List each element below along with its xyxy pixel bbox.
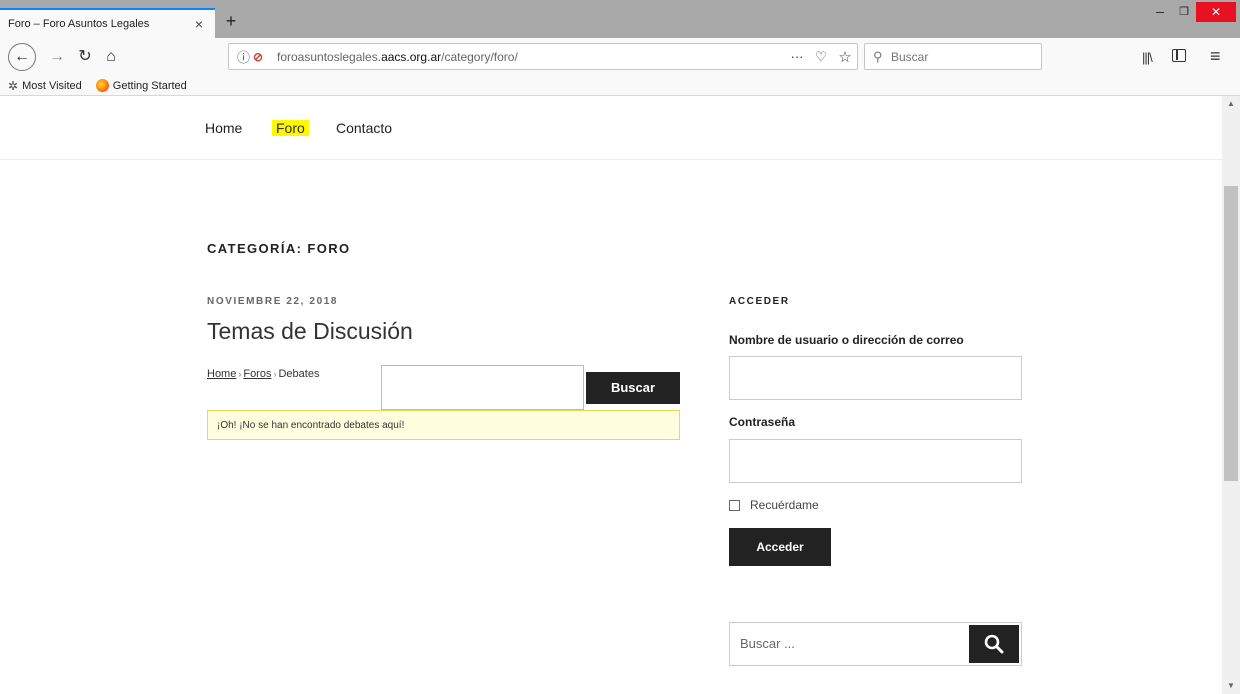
no-topics-notice: ¡Oh! ¡No se han encontrado debates aquí! xyxy=(207,410,680,440)
browser-toolbar: ← → ↻ ⌂ ⓘ ⊘ foroasuntoslegales.aacs.org.… xyxy=(0,38,1240,76)
sidebar-toggle-icon[interactable] xyxy=(1172,49,1186,62)
search-icon xyxy=(984,634,1004,654)
url-text[interactable]: foroasuntoslegales.aacs.org.ar/category/… xyxy=(277,50,785,64)
username-label: Nombre de usuario o dirección de correo xyxy=(729,333,964,347)
url-domain: aacs.org.ar xyxy=(381,49,442,64)
nav-item-contacto[interactable]: Contacto xyxy=(336,120,392,136)
close-window-icon[interactable]: ✕ xyxy=(1196,2,1236,22)
remember-me[interactable]: Recuérdame xyxy=(729,498,819,512)
hamburger-menu-icon[interactable]: ≡ xyxy=(1210,46,1221,67)
scroll-down-icon[interactable]: ▼ xyxy=(1222,678,1240,694)
username-field[interactable] xyxy=(729,356,1022,400)
browser-tab-bar: Foro – Foro Asuntos Legales × + – ❐ ✕ xyxy=(0,0,1240,38)
browser-search-input[interactable] xyxy=(891,49,1031,64)
firefox-icon xyxy=(95,79,109,92)
new-tab-button[interactable]: + xyxy=(220,10,242,34)
post-title[interactable]: Temas de Discusión xyxy=(207,318,413,345)
site-search-button[interactable] xyxy=(969,625,1019,663)
remember-label: Recuérdame xyxy=(750,498,819,512)
forum-search-button[interactable]: Buscar xyxy=(586,372,680,404)
password-label: Contraseña xyxy=(729,415,796,429)
restore-icon[interactable]: ❐ xyxy=(1172,4,1196,22)
breadcrumb-current: Debates xyxy=(278,368,320,380)
address-bar[interactable]: ⓘ ⊘ foroasuntoslegales.aacs.org.ar/categ… xyxy=(228,43,858,70)
tab-title: Foro – Foro Asuntos Legales xyxy=(8,18,150,30)
category-title: CATEGORÍA: FORO xyxy=(207,241,351,256)
site-search: Buscar ... xyxy=(729,622,1022,666)
tab-close-icon[interactable]: × xyxy=(191,16,207,32)
url-path: /category/foro/ xyxy=(441,49,518,64)
site-search-input[interactable]: Buscar ... xyxy=(740,636,795,651)
bookmark-label: Getting Started xyxy=(112,79,187,92)
post-date[interactable]: NOVIEMBRE 22, 2018 xyxy=(207,296,338,307)
bookmark-star-icon[interactable]: ☆ xyxy=(833,48,857,66)
scroll-thumb[interactable] xyxy=(1224,186,1238,481)
page-content: Home Foro Contacto CATEGORÍA: FORO NOVIE… xyxy=(0,96,1222,694)
scroll-up-icon[interactable]: ▲ xyxy=(1222,96,1240,112)
page-actions-icon[interactable]: ··· xyxy=(785,49,809,64)
minimize-icon[interactable]: – xyxy=(1148,4,1172,22)
back-icon[interactable]: ← xyxy=(8,43,36,71)
breadcrumb-home[interactable]: Home xyxy=(207,368,236,380)
forum-search-input[interactable] xyxy=(381,365,584,410)
nav-item-home[interactable]: Home xyxy=(205,120,242,136)
browser-tab[interactable]: Foro – Foro Asuntos Legales × xyxy=(0,8,215,38)
bookmark-most-visited[interactable]: ✲ Most Visited xyxy=(8,79,82,93)
pocket-icon[interactable]: ♡ xyxy=(809,49,833,65)
login-button[interactable]: Acceder xyxy=(729,528,831,566)
breadcrumb: Home › Foros › Debates xyxy=(207,368,319,380)
bookmark-getting-started[interactable]: Getting Started xyxy=(95,79,187,92)
url-prefix: foroasuntoslegales. xyxy=(277,49,382,64)
password-field[interactable] xyxy=(729,439,1022,483)
reload-icon[interactable]: ↻ xyxy=(74,46,96,68)
breadcrumb-foros[interactable]: Foros xyxy=(243,368,271,380)
breadcrumb-separator: › xyxy=(238,369,242,379)
remember-checkbox[interactable] xyxy=(729,499,740,511)
login-widget-title: ACCEDER xyxy=(729,296,790,307)
browser-search-bar[interactable]: ⚲ xyxy=(864,43,1042,70)
breadcrumb-separator: › xyxy=(273,369,277,379)
home-icon[interactable]: ⌂ xyxy=(100,46,122,68)
bookmarks-toolbar: ✲ Most Visited Getting Started xyxy=(0,76,1240,96)
site-navigation: Home Foro Contacto xyxy=(0,96,1222,160)
nav-item-foro[interactable]: Foro xyxy=(272,120,309,136)
bookmark-label: Most Visited xyxy=(22,79,82,92)
gear-icon: ✲ xyxy=(8,78,19,93)
forward-icon[interactable]: → xyxy=(46,46,68,68)
search-icon: ⚲ xyxy=(873,48,883,64)
info-icon[interactable]: ⓘ xyxy=(237,47,253,66)
page-scrollbar[interactable]: ▲ ▼ xyxy=(1222,96,1240,694)
library-icon[interactable]: |||\ xyxy=(1142,50,1153,65)
insecure-lock-icon[interactable]: ⊘ xyxy=(253,50,271,64)
